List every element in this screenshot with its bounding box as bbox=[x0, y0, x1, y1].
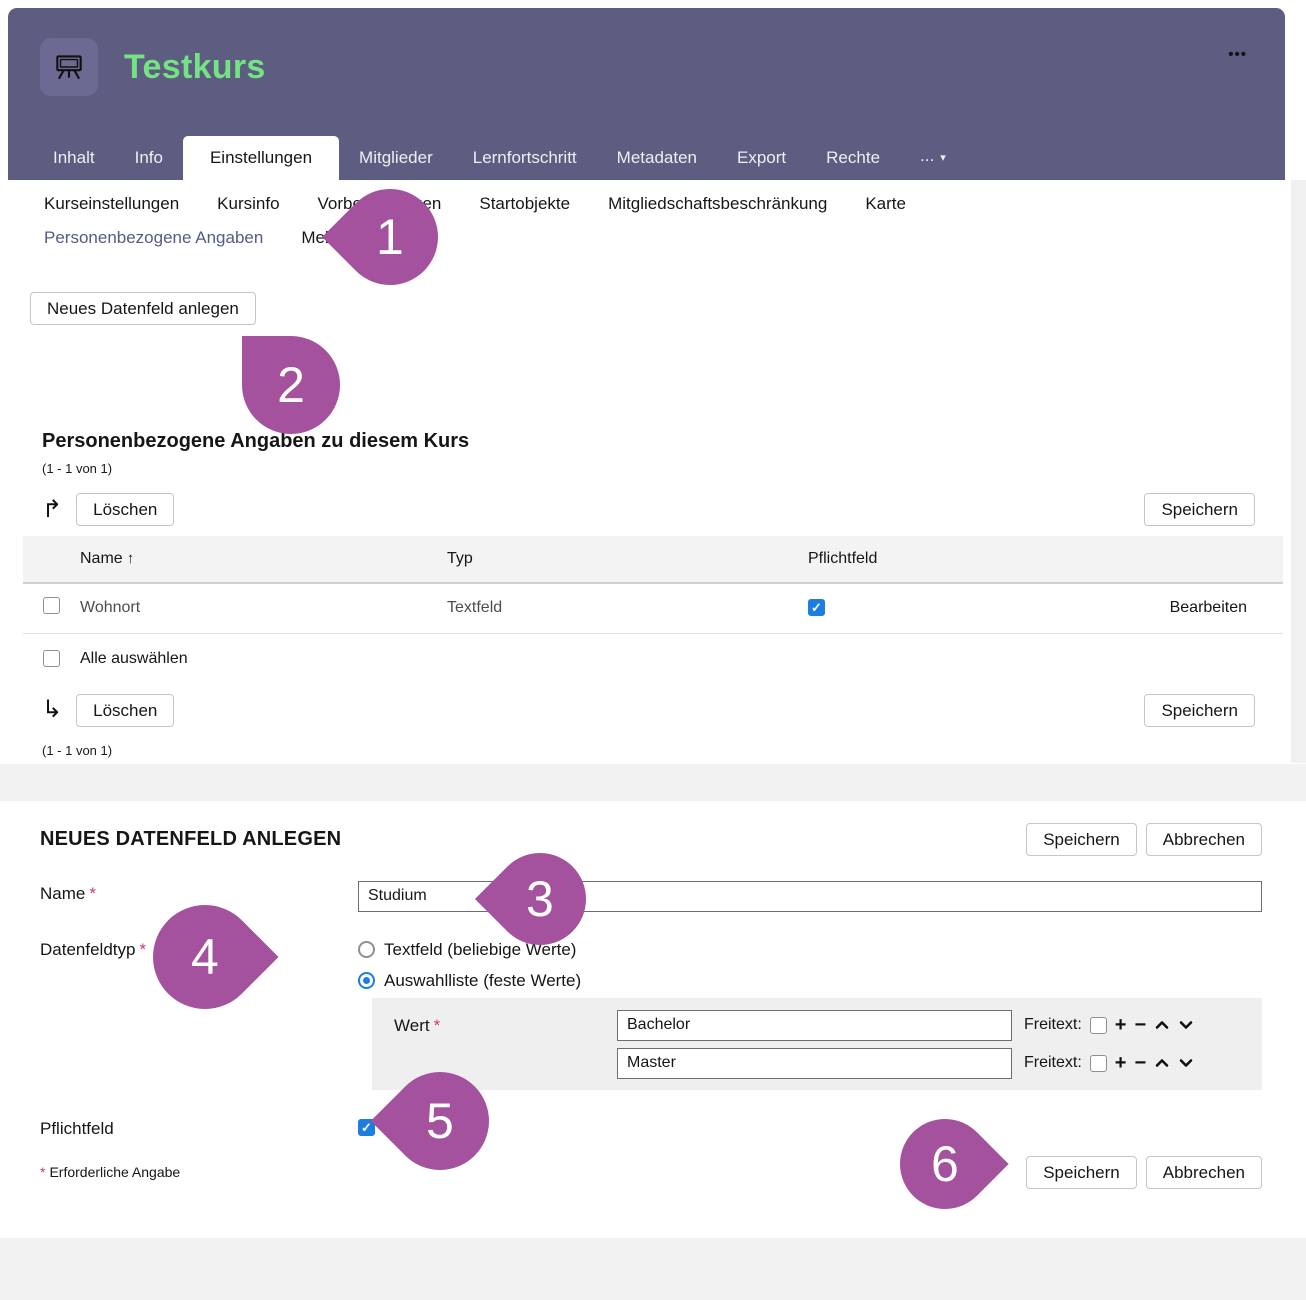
save-button-table-bottom[interactable]: Speichern bbox=[1144, 694, 1255, 727]
apply-to-selection-bottom-icon: ↳ bbox=[42, 698, 62, 722]
type-radio-group: Textfeld (beliebige Werte) Auswahlliste … bbox=[358, 937, 581, 993]
freitext-label: Freitext: bbox=[1024, 1016, 1082, 1034]
result-range-top: (1 - 1 von 1) bbox=[42, 461, 1283, 477]
select-all-label: Alle auswählen bbox=[80, 647, 188, 671]
subtab-kurseinstellungen[interactable]: Kurseinstellungen bbox=[44, 187, 179, 221]
sub-tab-bar: Kurseinstellungen Kursinfo Vorbedingunge… bbox=[0, 180, 1306, 255]
tab-export[interactable]: Export bbox=[717, 136, 806, 180]
tab-mitglieder[interactable]: Mitglieder bbox=[339, 136, 453, 180]
table-section-title: Personenbezogene Angaben zu diesem Kurs bbox=[42, 428, 1283, 454]
main-tab-bar: Inhalt Info Einstellungen Mitglieder Ler… bbox=[33, 136, 966, 180]
result-range-bottom: (1 - 1 von 1) bbox=[42, 743, 1283, 759]
toolbar: Neues Datenfeld anlegen bbox=[30, 292, 1306, 325]
pflichtfeld-label: Pflichtfeld bbox=[40, 1116, 358, 1142]
column-header-pflichtfeld: Pflichtfeld bbox=[808, 536, 1165, 583]
sort-ascending-icon: ↑ bbox=[127, 550, 135, 567]
move-down-icon[interactable] bbox=[1178, 1055, 1194, 1071]
add-value-icon[interactable]: + bbox=[1115, 1015, 1127, 1035]
table-row: Wohnort Textfeld ✓ Bearbeiten bbox=[23, 583, 1283, 633]
apply-to-selection-top-icon: ↱ bbox=[42, 498, 62, 522]
form-save-button-bottom[interactable]: Speichern bbox=[1026, 1156, 1137, 1189]
section-separator bbox=[0, 764, 1306, 801]
select-all-checkbox[interactable] bbox=[43, 650, 60, 667]
subtab-kursinfo[interactable]: Kursinfo bbox=[217, 187, 279, 221]
value-row: Freitext: + − bbox=[617, 1010, 1194, 1041]
required-star: * bbox=[40, 1164, 45, 1180]
check-icon: ✓ bbox=[361, 1121, 372, 1134]
new-datafield-button[interactable]: Neues Datenfeld anlegen bbox=[30, 292, 256, 325]
move-down-icon[interactable] bbox=[1178, 1017, 1194, 1033]
table-command-row-top: ↱ Löschen Speichern bbox=[42, 493, 1255, 526]
radio-auswahlliste-label: Auswahlliste (feste Werte) bbox=[384, 968, 581, 993]
form-title: NEUES DATENFELD ANLEGEN bbox=[40, 828, 341, 851]
tab-more[interactable]: ... ▾ bbox=[900, 134, 966, 180]
course-title: Testkurs bbox=[124, 48, 266, 87]
move-up-icon[interactable] bbox=[1154, 1017, 1170, 1033]
delete-button-top[interactable]: Löschen bbox=[76, 493, 174, 526]
page: Testkurs ••• Inhalt Info Einstellungen M… bbox=[0, 0, 1306, 1300]
column-header-name[interactable]: Name↑ bbox=[80, 536, 447, 583]
tab-lernfortschritt[interactable]: Lernfortschritt bbox=[453, 136, 597, 180]
save-button-table-top[interactable]: Speichern bbox=[1144, 493, 1255, 526]
delete-button-bottom[interactable]: Löschen bbox=[76, 694, 174, 727]
tab-info[interactable]: Info bbox=[115, 136, 183, 180]
subtab-startobjekte[interactable]: Startobjekte bbox=[479, 187, 570, 221]
kebab-menu-icon[interactable]: ••• bbox=[1228, 46, 1247, 63]
datafields-table: Name↑ Typ Pflichtfeld Wohnort Textfeld ✓… bbox=[23, 536, 1283, 634]
form-cancel-button-bottom[interactable]: Abbrechen bbox=[1146, 1156, 1262, 1189]
table-header-row: Name↑ Typ Pflichtfeld bbox=[23, 536, 1283, 583]
subtab-karte[interactable]: Karte bbox=[865, 187, 906, 221]
personal-data-table-section: Personenbezogene Angaben zu diesem Kurs … bbox=[23, 428, 1283, 759]
footer-band bbox=[0, 1238, 1306, 1300]
subtab-personenbezogene-angaben[interactable]: Personenbezogene Angaben bbox=[44, 221, 263, 255]
required-star: * bbox=[89, 884, 96, 903]
radio-textfeld[interactable] bbox=[358, 941, 375, 958]
tab-metadaten[interactable]: Metadaten bbox=[597, 136, 717, 180]
column-header-typ: Typ bbox=[447, 536, 808, 583]
row-type: Textfeld bbox=[447, 583, 808, 633]
tab-inhalt[interactable]: Inhalt bbox=[33, 136, 115, 180]
remove-value-icon[interactable]: − bbox=[1134, 1053, 1146, 1073]
form-save-button-top[interactable]: Speichern bbox=[1026, 823, 1137, 856]
edit-row-link[interactable]: Bearbeiten bbox=[1170, 599, 1247, 616]
add-value-icon[interactable]: + bbox=[1115, 1053, 1127, 1073]
value-input-1[interactable] bbox=[617, 1010, 1012, 1041]
row-name: Wohnort bbox=[80, 583, 447, 633]
wert-label: Wert* bbox=[394, 1010, 617, 1079]
form-cancel-button-top[interactable]: Abbrechen bbox=[1146, 823, 1262, 856]
tab-einstellungen[interactable]: Einstellungen bbox=[183, 136, 339, 180]
tab-rechte[interactable]: Rechte bbox=[806, 136, 900, 180]
check-icon: ✓ bbox=[811, 601, 822, 614]
table-command-row-bottom: ↳ Löschen Speichern bbox=[42, 694, 1255, 727]
course-header: Testkurs ••• Inhalt Info Einstellungen M… bbox=[8, 8, 1285, 180]
subtab-mitgliedschaftsbeschraenkung[interactable]: Mitgliedschaftsbeschränkung bbox=[608, 187, 827, 221]
required-star: * bbox=[434, 1016, 441, 1035]
tab-more-label: ... bbox=[920, 146, 934, 165]
value-row: Freitext: + − bbox=[617, 1048, 1194, 1079]
course-blackboard-icon bbox=[40, 38, 98, 96]
required-footnote: *Erforderliche Angabe bbox=[40, 1164, 180, 1180]
value-input-2[interactable] bbox=[617, 1048, 1012, 1079]
caret-down-icon: ▾ bbox=[940, 152, 946, 164]
freitext-label: Freitext: bbox=[1024, 1054, 1082, 1072]
remove-value-icon[interactable]: − bbox=[1134, 1015, 1146, 1035]
page-edge-strip bbox=[1291, 180, 1306, 763]
required-star: * bbox=[139, 940, 146, 959]
wert-options-box: Wert* Freitext: + − bbox=[372, 998, 1262, 1090]
radio-auswahlliste[interactable] bbox=[358, 972, 375, 989]
select-all-row: Alle auswählen bbox=[43, 647, 1283, 671]
freitext-checkbox-1[interactable] bbox=[1090, 1017, 1107, 1034]
row-checkbox[interactable] bbox=[43, 597, 60, 614]
annotation-marker-2: 2 bbox=[242, 336, 340, 434]
row-required-checkbox[interactable]: ✓ bbox=[808, 599, 825, 616]
move-up-icon[interactable] bbox=[1154, 1055, 1170, 1071]
freitext-checkbox-2[interactable] bbox=[1090, 1055, 1107, 1072]
